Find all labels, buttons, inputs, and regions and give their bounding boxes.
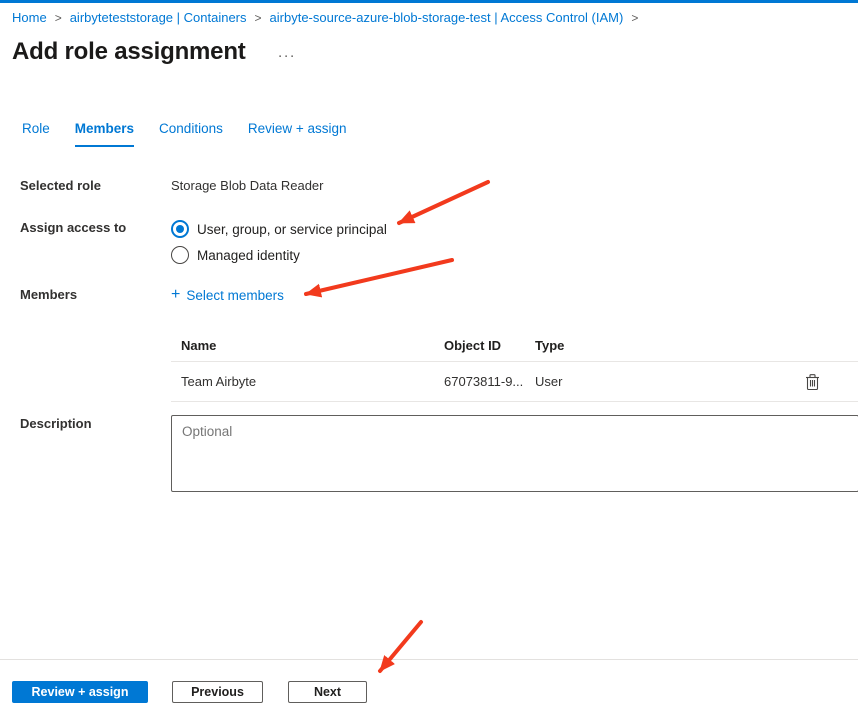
- column-header-name: Name: [181, 338, 444, 353]
- tab-role[interactable]: Role: [22, 121, 50, 147]
- members-label: Members: [20, 287, 77, 302]
- member-name-cell: Team Airbyte: [181, 374, 444, 389]
- description-textarea[interactable]: [171, 415, 858, 492]
- tab-conditions[interactable]: Conditions: [159, 121, 223, 147]
- assign-access-to-label: Assign access to: [20, 220, 126, 235]
- tab-members[interactable]: Members: [75, 121, 134, 147]
- column-header-type: Type: [535, 338, 802, 353]
- select-members-link[interactable]: + Select members: [171, 286, 284, 304]
- selected-role-value: Storage Blob Data Reader: [171, 178, 323, 193]
- radio-user-group-service-principal[interactable]: User, group, or service principal: [171, 216, 387, 242]
- tab-review-assign[interactable]: Review + assign: [248, 121, 347, 147]
- tab-bar: Role Members Conditions Review + assign: [22, 121, 347, 147]
- radio-selected-icon: [171, 220, 189, 238]
- trash-icon: [805, 373, 820, 390]
- radio-label: User, group, or service principal: [197, 222, 387, 237]
- review-assign-button[interactable]: Review + assign: [12, 681, 148, 703]
- page-header: Add role assignment ···: [12, 38, 296, 66]
- breadcrumb-separator: >: [631, 11, 638, 25]
- column-header-object-id: Object ID: [444, 338, 535, 353]
- plus-icon: +: [171, 286, 180, 304]
- members-table-header: Name Object ID Type: [171, 329, 858, 362]
- selected-role-label: Selected role: [20, 178, 101, 193]
- table-row: Team Airbyte 67073811-9... User: [171, 362, 858, 402]
- breadcrumb: Home > airbyteteststorage | Containers >…: [12, 10, 646, 25]
- description-label: Description: [20, 416, 92, 431]
- breadcrumb-separator: >: [255, 11, 262, 25]
- radio-label: Managed identity: [197, 248, 300, 263]
- member-type-cell: User: [535, 374, 802, 389]
- assign-access-to-radio-group: User, group, or service principal Manage…: [171, 216, 387, 268]
- radio-managed-identity[interactable]: Managed identity: [171, 242, 387, 268]
- page-title: Add role assignment: [12, 38, 246, 66]
- breadcrumb-link-access-control[interactable]: airbyte-source-azure-blob-storage-test |…: [270, 10, 624, 25]
- footer-divider: [0, 659, 858, 660]
- radio-unselected-icon: [171, 246, 189, 264]
- window-top-accent-border: [0, 0, 858, 3]
- breadcrumb-link-containers[interactable]: airbyteteststorage | Containers: [70, 10, 247, 25]
- delete-member-button[interactable]: [802, 372, 822, 392]
- members-table: Name Object ID Type Team Airbyte 6707381…: [171, 329, 858, 402]
- member-object-id-cell: 67073811-9...: [444, 374, 535, 389]
- more-options-ellipsis-icon[interactable]: ···: [278, 47, 296, 64]
- breadcrumb-link-home[interactable]: Home: [12, 10, 47, 25]
- previous-button[interactable]: Previous: [172, 681, 263, 703]
- next-button[interactable]: Next: [288, 681, 367, 703]
- breadcrumb-separator: >: [55, 11, 62, 25]
- select-members-label: Select members: [186, 288, 284, 303]
